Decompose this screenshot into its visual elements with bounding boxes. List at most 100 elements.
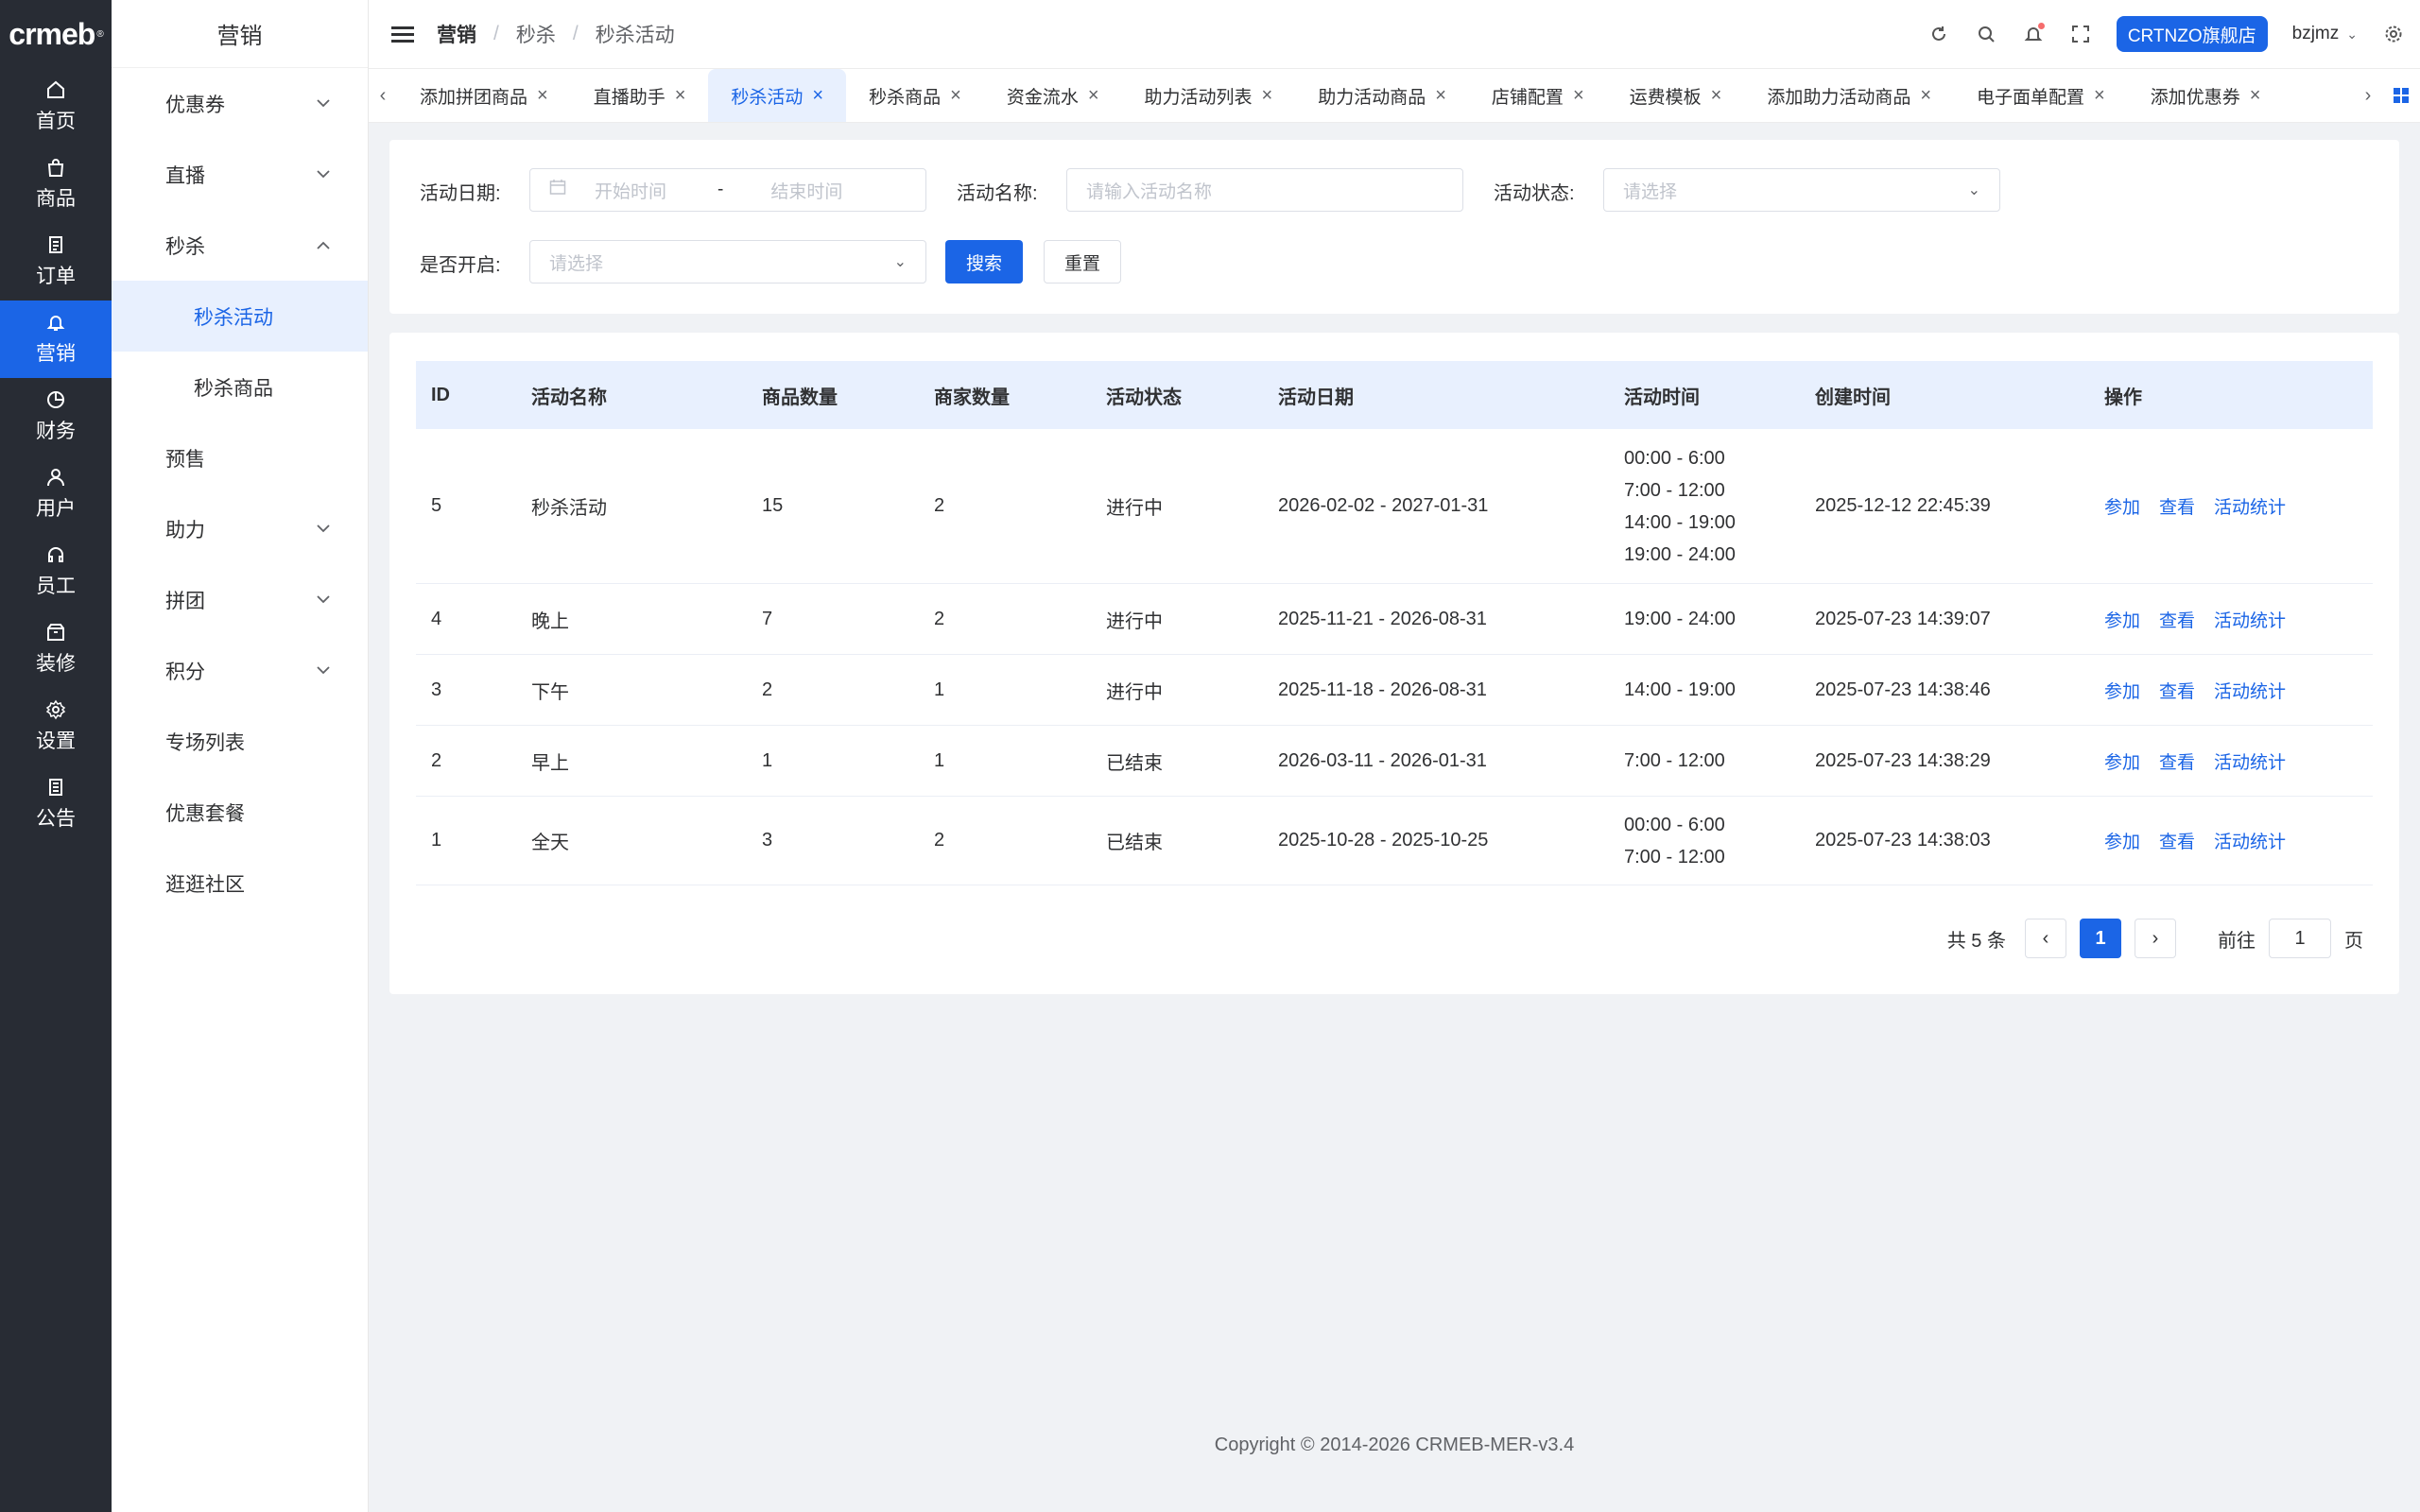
tab-1[interactable]: 直播助手 × (571, 69, 709, 122)
cell-date: 2025-11-21 - 2026-08-31 (1278, 608, 1487, 629)
sidebar-item-5[interactable]: 预售 (112, 422, 368, 493)
close-icon[interactable]: × (2094, 85, 2105, 107)
rail-item-0[interactable]: 首页 (0, 68, 112, 146)
rail-item-8[interactable]: 设置 (0, 688, 112, 765)
close-icon[interactable]: × (1435, 85, 1446, 107)
close-icon[interactable]: × (1088, 85, 1099, 107)
join-link[interactable]: 参加 (2104, 748, 2140, 774)
next-page-button[interactable]: › (2135, 919, 2176, 958)
time-slot: 00:00 - 6:00 (1624, 814, 1725, 835)
search-icon[interactable] (1975, 23, 1997, 45)
refresh-icon[interactable] (1927, 23, 1950, 45)
tab-label: 添加优惠券 (2150, 87, 2240, 108)
reset-button[interactable]: 重置 (1044, 240, 1121, 284)
tab-2[interactable]: 秒杀活动 × (708, 69, 847, 122)
open-select[interactable]: 请选择 ⌄ (529, 240, 926, 284)
rail-item-3[interactable]: 营销 (0, 301, 112, 378)
cell-created: 2025-07-23 14:38:29 (1815, 749, 1991, 771)
cell-actions: 参加 查看 活动统计 (2104, 828, 2286, 853)
stats-link[interactable]: 活动统计 (2214, 748, 2286, 774)
join-link[interactable]: 参加 (2104, 678, 2140, 703)
user-menu[interactable]: bzjmz ⌄ (2292, 24, 2358, 44)
tab-7[interactable]: 店铺配置 × (1469, 69, 1607, 122)
search-button[interactable]: 搜索 (945, 240, 1023, 284)
stats-link[interactable]: 活动统计 (2214, 828, 2286, 853)
close-icon[interactable]: × (812, 85, 823, 107)
tab-8[interactable]: 运费模板 × (1607, 69, 1745, 122)
sidebar-item-8[interactable]: 积分 (112, 635, 368, 706)
cell-actions: 参加 查看 活动统计 (2104, 748, 2286, 774)
menu-toggle-icon[interactable] (391, 26, 414, 43)
rail-item-7[interactable]: 装修 (0, 610, 112, 688)
sidebar-item-1[interactable]: 直播 (112, 139, 368, 210)
stats-link[interactable]: 活动统计 (2214, 607, 2286, 632)
close-icon[interactable]: × (675, 85, 686, 107)
stats-link[interactable]: 活动统计 (2214, 678, 2286, 703)
home-icon (45, 79, 66, 100)
view-link[interactable]: 查看 (2159, 493, 2195, 519)
tab-3[interactable]: 秒杀商品 × (846, 69, 984, 122)
sidebar-item-2[interactable]: 秒杀 (112, 210, 368, 281)
sidebar-item-9[interactable]: 专场列表 (112, 706, 368, 777)
box-icon (45, 622, 66, 643)
tab-6[interactable]: 助力活动商品 × (1295, 69, 1469, 122)
join-link[interactable]: 参加 (2104, 828, 2140, 853)
tab-11[interactable]: 添加优惠券 × (2128, 69, 2284, 122)
breadcrumb-item[interactable]: 秒杀 (516, 20, 556, 48)
store-button[interactable]: CRTNZO旗舰店 (2116, 16, 2268, 52)
rail-item-6[interactable]: 员工 (0, 533, 112, 610)
cell-times: 14:00 - 19:00 (1624, 674, 1736, 706)
tab-label: 秒杀商品 (869, 87, 942, 108)
date-range-picker[interactable]: 开始时间 - 结束时间 (529, 168, 926, 212)
close-icon[interactable]: × (1711, 85, 1722, 107)
sidebar-item-10[interactable]: 优惠套餐 (112, 777, 368, 848)
stats-link[interactable]: 活动统计 (2214, 493, 2286, 519)
sidebar-item-11[interactable]: 逛逛社区 (112, 848, 368, 919)
sidebar-item-3[interactable]: 秒杀活动 (112, 281, 368, 352)
close-icon[interactable]: × (950, 85, 961, 107)
sidebar-item-7[interactable]: 拼团 (112, 564, 368, 635)
settings-gear-icon[interactable] (2382, 23, 2405, 45)
view-link[interactable]: 查看 (2159, 828, 2195, 853)
fullscreen-icon[interactable] (2069, 23, 2092, 45)
breadcrumb-item[interactable]: 营销 (437, 20, 476, 48)
view-link[interactable]: 查看 (2159, 678, 2195, 703)
tab-5[interactable]: 助力活动列表 × (1122, 69, 1296, 122)
rail-item-1[interactable]: 商品 (0, 146, 112, 223)
close-icon[interactable]: × (2250, 85, 2261, 107)
rail-item-4[interactable]: 财务 (0, 378, 112, 455)
close-icon[interactable]: × (1920, 85, 1931, 107)
tab-4[interactable]: 资金流水 × (984, 69, 1122, 122)
sidebar-item-4[interactable]: 秒杀商品 (112, 352, 368, 422)
join-link[interactable]: 参加 (2104, 493, 2140, 519)
join-link[interactable]: 参加 (2104, 607, 2140, 632)
rail-item-9[interactable]: 公告 (0, 765, 112, 843)
page-number-current[interactable]: 1 (2080, 919, 2121, 958)
tab-0[interactable]: 添加拼团商品 × (397, 69, 571, 122)
tab-10[interactable]: 电子面单配置 × (1954, 69, 2128, 122)
sidebar-item-6[interactable]: 助力 (112, 493, 368, 564)
cell-name: 早上 (531, 752, 569, 774)
column-header: 操作 (2104, 387, 2142, 408)
sidebar-item-0[interactable]: 优惠券 (112, 68, 368, 139)
chevron-up-icon (317, 237, 330, 254)
close-icon[interactable]: × (1573, 85, 1584, 107)
tabs-scroll-right-icon[interactable]: › (2354, 85, 2382, 107)
tabs-scroll-left-icon[interactable]: ‹ (369, 85, 397, 107)
goto-page-input[interactable]: 1 (2269, 919, 2331, 958)
name-label: 活动名称: (957, 183, 1038, 204)
activity-name-input[interactable]: 请输入活动名称 (1066, 168, 1463, 212)
view-link[interactable]: 查看 (2159, 607, 2195, 632)
close-icon[interactable]: × (1262, 85, 1273, 107)
close-icon[interactable]: × (537, 85, 548, 107)
date-start-input[interactable]: 开始时间 (595, 178, 708, 203)
status-select[interactable]: 请选择 ⌄ (1603, 168, 2000, 212)
tab-9[interactable]: 添加助力活动商品 × (1744, 69, 1954, 122)
rail-item-2[interactable]: 订单 (0, 223, 112, 301)
rail-item-5[interactable]: 用户 (0, 455, 112, 533)
notification-bell-icon[interactable] (2022, 23, 2045, 45)
tabs-grid-icon[interactable] (2382, 88, 2420, 103)
date-end-input[interactable]: 结束时间 (770, 178, 842, 203)
prev-page-button[interactable]: ‹ (2025, 919, 2066, 958)
view-link[interactable]: 查看 (2159, 748, 2195, 774)
